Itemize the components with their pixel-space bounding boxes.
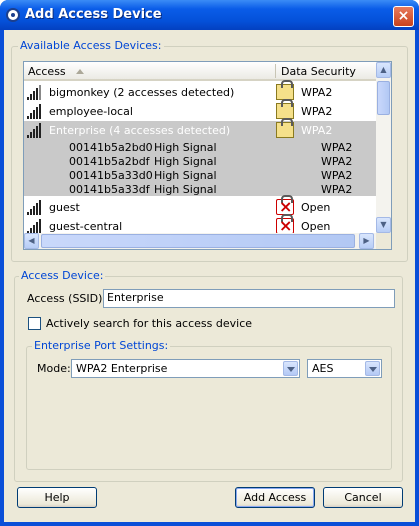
scroll-down-arrow-icon[interactable]: ▼ <box>376 217 391 233</box>
mode-selected-value: WPA2 Enterprise <box>76 362 168 375</box>
access-point-mac: 00141b5a2bd0 <box>69 141 153 154</box>
access-point-security: WPA2 <box>321 155 353 168</box>
scroll-left-arrow-icon[interactable]: ◀ <box>24 233 39 249</box>
ssid-label: Access (SSID): <box>27 292 107 305</box>
access-point-row[interactable]: 00141b5a2bd0 High Signal WPA2 <box>24 140 376 154</box>
access-name: employee-local <box>49 105 133 118</box>
access-point-row[interactable]: 00141b5a33d0 High Signal WPA2 <box>24 168 376 182</box>
access-point-signal: High Signal <box>154 141 217 154</box>
add-access-device-window: Add Access Device × Available Access Dev… <box>0 0 419 526</box>
active-search-label[interactable]: Actively search for this access device <box>46 317 252 330</box>
title-bar[interactable]: Add Access Device × <box>0 0 419 30</box>
access-device-list[interactable]: Access Data Security bigmonkey (2 access… <box>23 61 392 250</box>
column-data-security[interactable]: Data Security <box>281 65 356 78</box>
access-point-security: WPA2 <box>321 183 353 196</box>
chevron-down-icon[interactable] <box>283 361 298 376</box>
app-icon <box>6 8 20 22</box>
list-item[interactable]: guest Open <box>24 195 376 217</box>
list-item[interactable]: bigmonkey (2 accesses detected) WPA2 <box>24 80 376 102</box>
unlocked-icon <box>276 214 294 235</box>
mode-select[interactable]: WPA2 Enterprise <box>71 359 300 378</box>
security-value: Open <box>301 220 331 233</box>
ssid-input[interactable]: Enterprise <box>103 289 395 308</box>
signal-strength-icon <box>27 123 43 138</box>
column-access[interactable]: Access <box>28 65 66 78</box>
access-point-mac: 00141b5a33df <box>69 183 150 196</box>
access-point-row[interactable]: 00141b5a2bdf High Signal WPA2 <box>24 154 376 168</box>
list-item-selected[interactable]: Enterprise (4 accesses detected) WPA2 <box>24 118 376 140</box>
vertical-scrollbar[interactable]: ▲ ▼ <box>376 62 391 233</box>
access-name: guest <box>49 201 80 214</box>
cipher-selected-value: AES <box>312 362 334 375</box>
access-point-mac: 00141b5a2bdf <box>69 155 150 168</box>
cancel-button[interactable]: Cancel <box>323 487 403 508</box>
access-point-mac: 00141b5a33d0 <box>69 169 153 182</box>
lock-icon <box>276 80 294 100</box>
security-value: WPA2 <box>301 124 333 137</box>
lock-icon <box>276 99 294 119</box>
vertical-scroll-thumb[interactable] <box>377 81 390 115</box>
access-name: guest-central <box>49 220 123 233</box>
list-item[interactable]: employee-local WPA2 <box>24 99 376 121</box>
close-button[interactable]: × <box>393 6 414 27</box>
security-value: Open <box>301 201 331 214</box>
access-point-signal: High Signal <box>154 155 217 168</box>
chevron-down-icon[interactable] <box>365 361 380 376</box>
horizontal-scrollbar[interactable]: ◀ ▶ <box>24 233 376 249</box>
signal-strength-icon <box>27 219 43 234</box>
access-point-signal: High Signal <box>154 169 217 182</box>
access-name: bigmonkey (2 accesses detected) <box>49 86 235 99</box>
list-body: bigmonkey (2 accesses detected) WPA2 emp… <box>24 80 376 235</box>
signal-strength-icon <box>27 85 43 100</box>
help-button[interactable]: Help <box>17 487 97 508</box>
access-name: Enterprise (4 accesses detected) <box>49 124 231 137</box>
active-search-checkbox[interactable] <box>28 317 41 330</box>
access-point-security: WPA2 <box>321 141 353 154</box>
cipher-select[interactable]: AES <box>307 359 382 378</box>
signal-strength-icon <box>27 200 43 215</box>
lock-icon <box>276 118 294 138</box>
enterprise-port-settings-label: Enterprise Port Settings: <box>32 339 171 352</box>
mode-label: Mode: <box>37 362 71 375</box>
signal-strength-icon <box>27 104 43 119</box>
sort-ascending-icon <box>76 69 84 74</box>
security-value: WPA2 <box>301 105 333 118</box>
access-device-label: Access Device: <box>19 269 106 282</box>
window-title: Add Access Device <box>25 7 162 22</box>
column-separator[interactable] <box>275 64 276 78</box>
scroll-right-arrow-icon[interactable]: ▶ <box>359 233 374 249</box>
list-header: Access Data Security <box>24 62 376 81</box>
scrollbar-corner <box>376 233 391 249</box>
available-devices-label: Available Access Devices: <box>18 39 164 52</box>
horizontal-scroll-thumb[interactable] <box>41 234 355 248</box>
access-point-security: WPA2 <box>321 169 353 182</box>
access-point-signal: High Signal <box>154 183 217 196</box>
security-value: WPA2 <box>301 86 333 99</box>
add-access-button[interactable]: Add Access <box>235 487 315 508</box>
access-point-row[interactable]: 00141b5a33df High Signal WPA2 <box>24 182 376 196</box>
unlocked-icon <box>276 195 294 216</box>
scroll-up-arrow-icon[interactable]: ▲ <box>376 62 391 78</box>
